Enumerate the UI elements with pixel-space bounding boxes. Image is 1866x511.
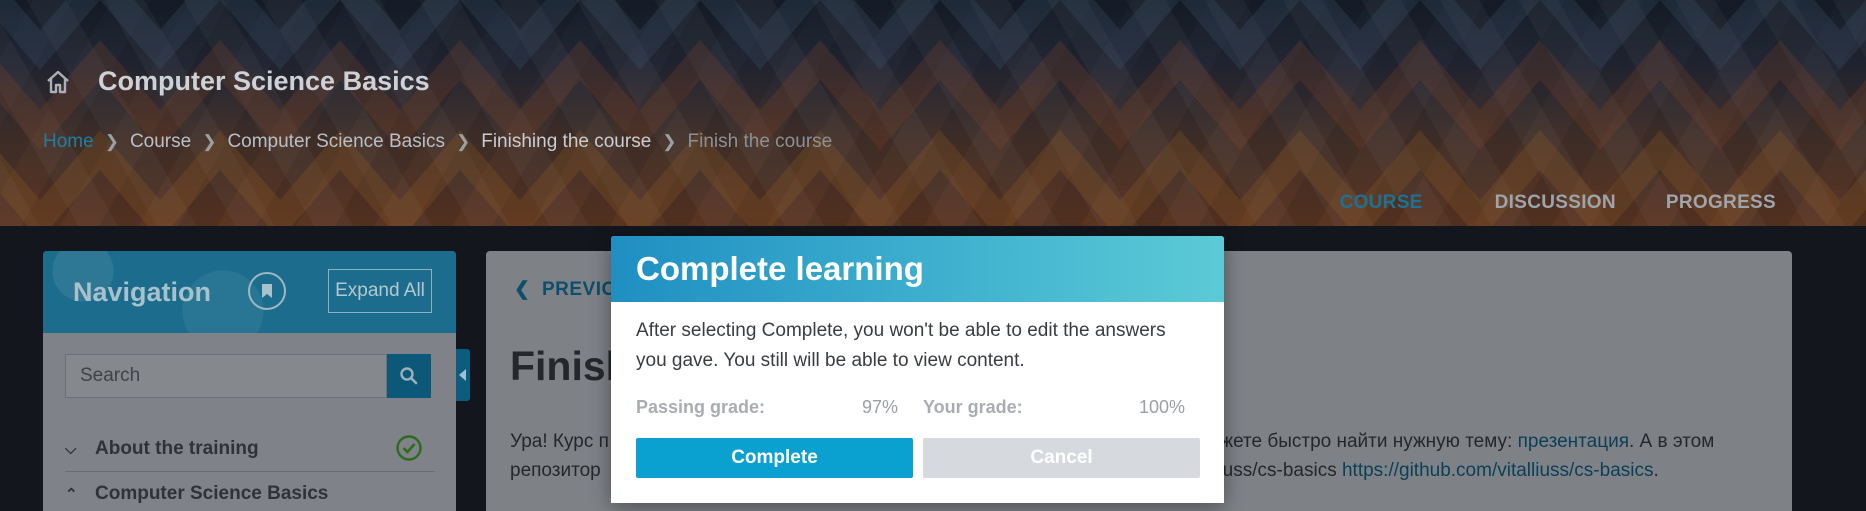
breadcrumb: Home ❯ Course ❯ Computer Science Basics …	[43, 131, 832, 153]
your-grade-value: 100%	[1138, 397, 1185, 417]
sidebar-item-label: About the training	[95, 438, 259, 459]
cancel-button[interactable]: Cancel	[923, 438, 1200, 478]
breadcrumb-course[interactable]: Course	[130, 131, 191, 153]
search-bar	[65, 354, 431, 398]
check-circle-icon	[396, 435, 422, 461]
sidebar-item-about-the-training[interactable]: ⌵ About the training	[65, 427, 435, 472]
chevron-right-icon: ❯	[104, 132, 119, 151]
navigation-header: Navigation Expand All	[43, 251, 456, 333]
expand-all-button[interactable]: Expand All	[328, 269, 432, 313]
tab-course[interactable]: COURSE	[1318, 192, 1445, 226]
text-line-end: ожете быстро найти нужную тему: презента…	[1210, 427, 1714, 456]
complete-learning-dialog: Complete learning After selecting Comple…	[611, 236, 1224, 503]
text-fragment: lliuss/cs-basics	[1210, 460, 1342, 481]
passing-grade-label: Passing grade:	[636, 397, 766, 417]
your-grade: Your grade: 100%	[923, 397, 1185, 418]
text-line: репозитор	[510, 460, 601, 481]
previous-unit-link[interactable]: ❮ PREVIO	[514, 278, 617, 301]
course-header: Computer Science Basics Home ❯ Course ❯ …	[0, 0, 1866, 226]
presentation-link[interactable]: презентация	[1518, 431, 1629, 452]
search-icon	[400, 367, 418, 385]
caret-left-icon	[459, 369, 466, 381]
tab-progress[interactable]: PROGRESS	[1666, 192, 1776, 226]
dialog-header: Complete learning	[611, 236, 1224, 302]
chevron-left-icon: ❮	[514, 279, 542, 300]
breadcrumb-current: Finish the course	[687, 131, 833, 152]
github-repo-link[interactable]: https://github.com/vitalliuss/cs-basics	[1342, 460, 1654, 481]
sidebar-collapse-handle[interactable]	[456, 349, 470, 401]
navigation-sidebar: Navigation Expand All ⌵ About the traini…	[43, 251, 456, 511]
text-fragment: .	[1653, 460, 1659, 481]
sidebar-item-label: Computer Science Basics	[95, 483, 329, 504]
course-tabs: COURSE DISCUSSION PROGRESS	[1318, 192, 1776, 226]
chevron-right-icon: ❯	[662, 132, 677, 151]
chevron-right-icon: ❯	[202, 132, 217, 151]
text-line: Ура! Курс п	[510, 431, 609, 452]
sidebar-item-computer-science-basics[interactable]: ⌃ Computer Science Basics	[65, 472, 435, 511]
your-grade-label: Your grade:	[923, 397, 1023, 417]
bookmark-button[interactable]	[248, 272, 286, 310]
search-input[interactable]	[65, 354, 387, 398]
complete-button[interactable]: Complete	[636, 438, 913, 478]
breadcrumb-subsection[interactable]: Finishing the course	[481, 131, 651, 153]
chevron-up-icon: ⌃	[65, 486, 78, 503]
navigation-title: Navigation	[73, 277, 212, 307]
tab-discussion[interactable]: DISCUSSION	[1495, 192, 1616, 226]
text-fragment: ожете быстро найти нужную тему:	[1210, 431, 1518, 452]
chevron-right-icon: ❯	[455, 132, 471, 151]
text-line-end: lliuss/cs-basics https://github.com/vita…	[1210, 456, 1659, 485]
passing-grade-value: 97%	[861, 397, 898, 417]
chevron-down-icon: ⌵	[65, 440, 77, 458]
breadcrumb-section[interactable]: Computer Science Basics	[227, 131, 445, 153]
dialog-title: Complete learning	[636, 250, 924, 287]
previous-label: PREVIO	[541, 279, 617, 300]
dialog-message: After selecting Complete, you won't be a…	[636, 320, 1166, 371]
breadcrumb-home[interactable]: Home	[43, 131, 94, 153]
home-icon[interactable]	[44, 68, 72, 96]
course-title: Computer Science Basics	[98, 66, 430, 96]
passing-grade: Passing grade: 97%	[636, 397, 898, 418]
text-fragment: . А в этом	[1629, 431, 1715, 452]
bookmark-icon	[262, 284, 272, 298]
search-button[interactable]	[387, 354, 431, 398]
